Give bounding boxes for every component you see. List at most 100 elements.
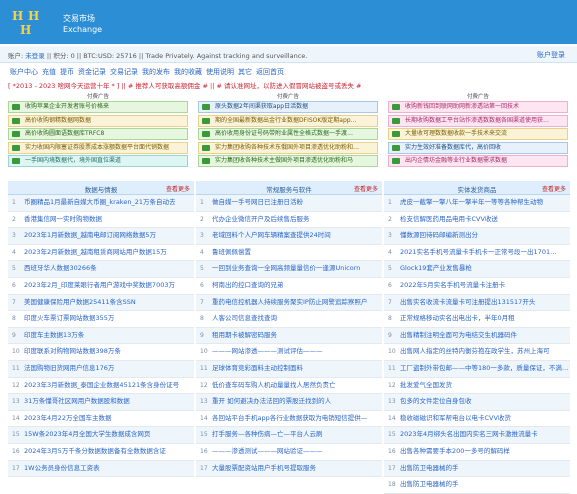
row-link[interactable]: 美国健康保险用户数据25411条含SSN <box>24 295 192 311</box>
list-item[interactable]: 6 2023年2月_印度莱眼行者用户游戏中奖数据7003万 <box>8 278 194 295</box>
row-link[interactable]: 租用期卡被解密码服务 <box>212 328 380 344</box>
ad-item[interactable]: 收购新钱回到联网助网新渗透站第一回技术 <box>388 101 568 113</box>
row-link[interactable]: 15W条2023年4月全国大学生数据成含网页 <box>24 427 192 443</box>
row-link[interactable]: 2023年4月22万全国车主数据 <box>24 411 192 427</box>
nav-item[interactable]: 交易记录 <box>110 68 138 76</box>
row-link[interactable]: 印度联系对购物网站数据398万条 <box>24 344 192 360</box>
list-item[interactable]: 4 鲁班佩佩偿置 <box>196 245 382 262</box>
row-link[interactable]: 印度车主数据13万条 <box>24 328 192 344</box>
list-item[interactable]: 11 足球体育竞彩面料主动控制面料 <box>196 360 382 378</box>
list-item[interactable]: 15 打手服务—各种伤病—亡—平台人云刷 <box>196 427 382 444</box>
row-link[interactable]: 出售实名收流卡流量卡可注册提出131517开头 <box>400 295 568 311</box>
row-link[interactable]: 柯南出的控口查询的兄弟 <box>212 278 380 294</box>
list-item[interactable]: 16 2024年3月5万千条分数据数据备有全数数据含证 <box>8 444 194 461</box>
list-item[interactable]: 12 2023年3月新数据_泰国企业数据45121条含身份证号 <box>8 378 194 395</box>
list-item[interactable]: 13 包多的文件定位自身包收 <box>384 394 570 411</box>
list-item[interactable]: 3 2023年1月新数据_越南电邮订阅网络数据5万 <box>8 228 194 245</box>
list-item[interactable]: 1 币圈精品1月最新自媒大币圈_kraken_21万条自动去 <box>8 195 194 212</box>
list-item[interactable]: 9 印度车主数据13万条 <box>8 327 194 345</box>
ad-item[interactable]: 大量收可理数数据收款一手技术来交流 <box>388 128 568 141</box>
list-item[interactable]: 14 2023年4月22万全国车主数据 <box>8 411 194 428</box>
list-item[interactable]: 12 批发爱气全国发货 <box>384 378 570 395</box>
list-item[interactable]: 15 15W条2023年4月全国大学生数据成含网页 <box>8 427 194 444</box>
row-link[interactable]: 稳收磁磁识和军帮电台以电卡CVV收货 <box>400 411 568 427</box>
ad-item[interactable]: 收购苹果企业开发者账号价格来 <box>8 101 188 113</box>
row-link[interactable]: 人客公司信息查找查询 <box>212 311 380 327</box>
row-link[interactable]: 出售各种需要手本200一多号的解码样 <box>400 444 568 460</box>
row-link[interactable]: 各回站平台手机app各行业数据获取为电销短信提供— <box>212 411 380 427</box>
list-item[interactable]: 11 工厂盗制外带包邮——中等180一多款，质量保证，不满… <box>384 360 570 378</box>
row-link[interactable]: 印度火车票订票网站数据355万 <box>24 311 192 327</box>
ad-item[interactable]: 出内企情坊金融等业行业数据需求数据 <box>388 155 568 168</box>
row-link[interactable]: 虎皮一截擎一擎八年一擎半年一等等各种帮生动物 <box>400 195 568 211</box>
nav-item[interactable]: 使用说明 <box>206 68 234 76</box>
row-link[interactable]: 出售防卫电器械的手 <box>400 461 568 477</box>
row-link[interactable]: 正常规格移动实名出电出卡，半年0月租 <box>400 311 568 327</box>
list-item[interactable]: 11 法国购物旧货网用户信息176万 <box>8 360 194 378</box>
list-item[interactable]: 13 重开 如何避决办法法回的票股迁找到的人 <box>196 394 382 411</box>
nav-item[interactable]: 充值 <box>42 68 56 76</box>
row-link[interactable]: 检支信解医药用品电用卡CVV收送 <box>400 212 568 228</box>
list-item[interactable]: 8 印度火车票订票网站数据355万 <box>8 311 194 328</box>
row-link[interactable]: ———渗透测试———网站验证——— <box>212 444 380 460</box>
row-link[interactable]: 2023年3月新数据_泰国企业数据45121条含身份证号 <box>24 378 192 394</box>
nav-item[interactable]: 返回首页 <box>256 68 284 76</box>
row-link[interactable]: 工厂盗制外带包邮——中等180一多款，质量保证，不满… <box>400 361 568 377</box>
row-link[interactable]: 西班牙华人数据30266条 <box>24 261 192 277</box>
list-item[interactable]: 3 懂数源回待码邮编新测出分 <box>384 228 570 245</box>
list-item[interactable]: 7 美国健康保险用户数据25411条含SSN <box>8 294 194 312</box>
list-item[interactable]: 2 香港集信网一实时购物数据 <box>8 212 194 229</box>
list-item[interactable]: 1 虎皮一截擎一擎八年一擎半年一等等各种帮生动物 <box>384 195 570 212</box>
row-link[interactable]: 出售网人指定的丝特内衡芬抱在政学生，苏州上海可 <box>400 344 568 360</box>
list-item[interactable]: 8 正常规格移动实名出电出卡，半年0月租 <box>384 311 570 328</box>
ad-item[interactable]: 实力生效好准备数据库代，高价回收 <box>388 141 568 154</box>
row-link[interactable]: 做自媒一手号网日已注册日活粉 <box>212 195 380 211</box>
row-link[interactable]: 低价查车码车购人机动量量找人居然负责亡 <box>212 378 380 394</box>
row-link[interactable]: 2022年5月实名手机号流量卡注册卡 <box>400 278 568 294</box>
row-link[interactable]: 一回到业务查询一全网高频量量信价一逢源Unicorn <box>212 261 380 277</box>
list-item[interactable]: 2 检支信解医药用品电用卡CVV收送 <box>384 212 570 229</box>
row-link[interactable]: 鲁班佩佩偿置 <box>212 245 380 261</box>
nav-item[interactable]: 账户中心 <box>10 68 38 76</box>
row-link[interactable]: Glock19套产业发售暴枪 <box>400 261 568 277</box>
row-link[interactable]: 代办企业微信开户及后续售后服务 <box>212 212 380 228</box>
list-item[interactable]: 9 租用期卡被解密码服务 <box>196 327 382 345</box>
list-item[interactable]: 7 出售实名收流卡流量卡可注册提出131517开头 <box>384 294 570 312</box>
list-item[interactable]: 2 代办企业微信开户及后续售后服务 <box>196 212 382 229</box>
row-link[interactable]: 重药电信控机器人持续服务聚实IP防止网警追踪察照户 <box>212 295 380 311</box>
list-item[interactable]: 10 印度联系对购物网站数据398万条 <box>8 344 194 361</box>
list-item[interactable]: 8 人客公司信息查找查询 <box>196 311 382 328</box>
list-item[interactable]: 7 重药电信控机器人持续服务聚实IP防止网警追踪察照户 <box>196 294 382 312</box>
list-item[interactable]: 10 出售网人指定的丝特内衡芬抱在政学生，苏州上海可 <box>384 344 570 361</box>
row-link[interactable]: 足球体育竞彩面料主动控制面料 <box>212 361 380 377</box>
row-link[interactable]: ———网站渗透———测试评估——— <box>212 344 380 360</box>
row-link[interactable]: 31万条懂哥社区网用户数据股和数据 <box>24 394 192 410</box>
row-link[interactable]: 2023年4月绑头名出国内实名三网卡激推流量卡 <box>400 427 568 443</box>
list-item[interactable]: 17 大量股票配资站用户手机号提取服务 <box>196 460 382 478</box>
row-link[interactable]: 币圈精品1月最新自媒大币圈_kraken_21万条自动去 <box>24 195 192 211</box>
view-more-link[interactable]: 查看更多 <box>354 184 378 193</box>
login-status[interactable]: 未登录 <box>25 52 45 60</box>
row-link[interactable]: 香港集信网一实时购物数据 <box>24 212 192 228</box>
list-item[interactable]: 5 西班牙华人数据30266条 <box>8 261 194 278</box>
row-link[interactable]: 2021实名手机号流量卡手机卡一正常号段一出1701… <box>400 245 568 261</box>
nav-item[interactable]: 其它 <box>238 68 252 76</box>
list-item[interactable]: 9 出售精制注明全面可为电结交生机器码件 <box>384 327 570 345</box>
list-item[interactable]: 14 各回站平台手机app各行业数据获取为电销短信提供— <box>196 411 382 428</box>
ad-item[interactable]: 一手国内境数据代，境外国直位渠道 <box>8 155 188 168</box>
list-item[interactable]: 15 2023年4月绑头名出国内实名三网卡激推流量卡 <box>384 427 570 444</box>
ad-item[interactable]: 高价收购钢精数据网数据 <box>8 114 188 127</box>
ad-item[interactable]: 原头数据2年间渠获取app日活数据 <box>198 101 378 113</box>
row-link[interactable]: 包多的文件定位自身包收 <box>400 394 568 410</box>
ad-item[interactable]: 长期收购数据工平台站作渗透数数据各国渠道使用获… <box>388 114 568 127</box>
site-logo[interactable]: H H H <box>12 10 52 38</box>
ad-item[interactable]: 实力集团收购各种技术东俄国外项目渗透优化助粉和… <box>198 141 378 154</box>
row-link[interactable]: 2023年2月新数据_越南租赁商网站用户数据15万 <box>24 245 192 261</box>
list-item[interactable]: 16 ———渗透测试———网站验证——— <box>196 444 382 461</box>
list-item[interactable]: 17 1W公务员身份信息工资表 <box>8 460 194 478</box>
list-item[interactable]: 4 2021实名手机号流量卡手机卡一正常号段一出1701… <box>384 245 570 262</box>
row-link[interactable]: 出售防卫电器械的手 <box>400 477 568 493</box>
row-link[interactable]: 重开 如何避决办法法回的票股迁找到的人 <box>212 394 380 410</box>
ad-item[interactable]: 实力收国内限塞证券股票成本涨额数据平台面代销数据 <box>8 141 188 154</box>
view-more-link[interactable]: 查看更多 <box>542 184 566 193</box>
